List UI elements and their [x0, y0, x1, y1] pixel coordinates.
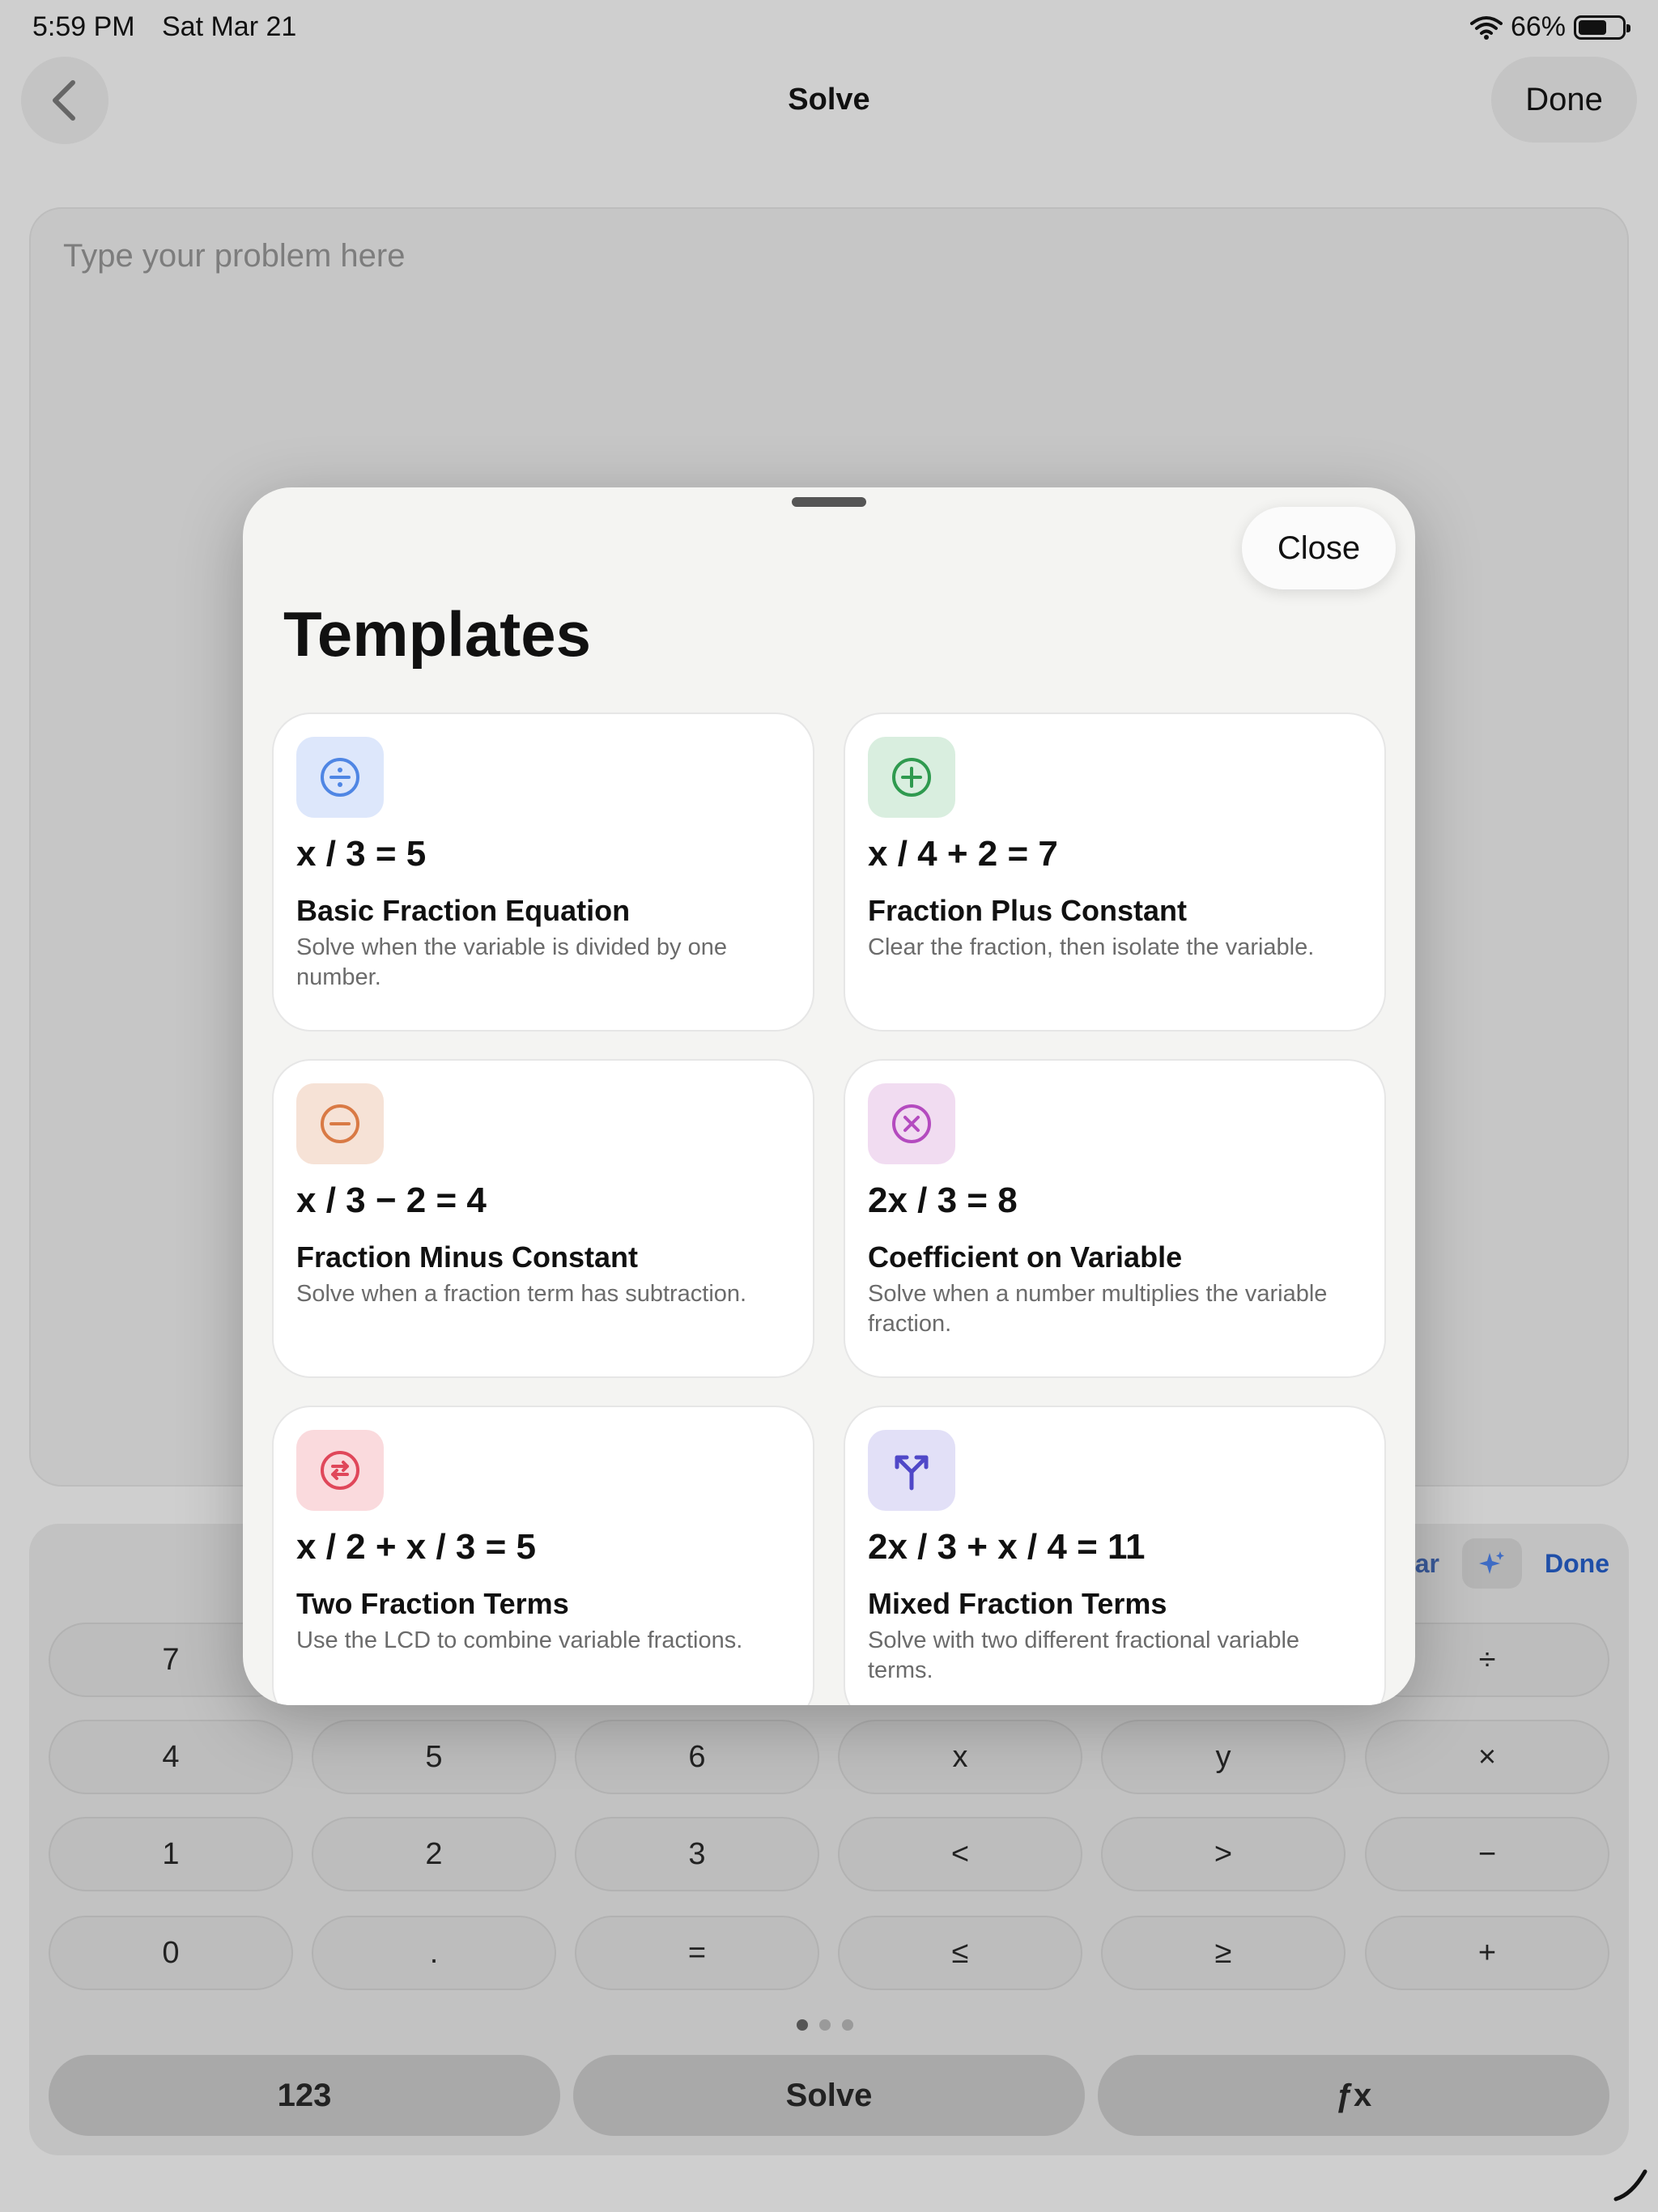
template-equation: x / 3 = 5 — [296, 834, 427, 874]
template-card-two-fraction-terms[interactable]: x / 2 + x / 3 = 5 Two Fraction Terms Use… — [272, 1406, 814, 1705]
template-equation: 2x / 3 = 8 — [868, 1180, 1018, 1220]
merge-arrows-icon — [868, 1430, 955, 1511]
template-description: Solve with two different fractional vari… — [868, 1627, 1300, 1683]
template-title: Fraction Minus Constant — [296, 1240, 638, 1274]
template-description: Use the LCD to combine variable fraction… — [296, 1627, 743, 1653]
template-description: Solve when a fraction term has subtracti… — [296, 1281, 747, 1307]
template-card-mixed-fraction-terms[interactable]: 2x / 3 + x / 4 = 11 Mixed Fraction Terms… — [844, 1406, 1386, 1705]
close-button[interactable]: Close — [1242, 507, 1396, 589]
plus-circle-icon — [868, 737, 955, 818]
template-card-coefficient[interactable]: 2x / 3 = 8 Coefficient on Variable Solve… — [844, 1059, 1386, 1378]
template-title: Mixed Fraction Terms — [868, 1587, 1167, 1620]
template-title: Basic Fraction Equation — [296, 894, 631, 927]
template-card-fraction-plus[interactable]: x / 4 + 2 = 7 Fraction Plus Constant Cle… — [844, 713, 1386, 1032]
template-card-fraction-minus[interactable]: x / 3 − 2 = 4 Fraction Minus Constant So… — [272, 1059, 814, 1378]
divide-circle-icon — [296, 737, 384, 818]
template-equation: x / 3 − 2 = 4 — [296, 1180, 487, 1220]
swap-circle-icon — [296, 1430, 384, 1511]
multiply-circle-icon — [868, 1083, 955, 1164]
template-title: Coefficient on Variable — [868, 1240, 1183, 1274]
minus-circle-icon — [296, 1083, 384, 1164]
sheet-title: Templates — [283, 598, 592, 670]
templates-sheet: Close Templates x / 3 = 5 Basic Fraction… — [243, 487, 1415, 1705]
template-title: Two Fraction Terms — [296, 1587, 569, 1620]
template-equation: 2x / 3 + x / 4 = 11 — [868, 1527, 1146, 1567]
template-description: Clear the fraction, then isolate the var… — [868, 934, 1315, 960]
template-description: Solve when a number multiplies the varia… — [868, 1281, 1328, 1337]
template-equation: x / 4 + 2 = 7 — [868, 834, 1058, 874]
sheet-grabber[interactable] — [792, 497, 866, 507]
template-equation: x / 2 + x / 3 = 5 — [296, 1527, 536, 1567]
template-description: Solve when the variable is divided by on… — [296, 934, 727, 990]
template-card-basic-fraction[interactable]: x / 3 = 5 Basic Fraction Equation Solve … — [272, 713, 814, 1032]
template-title: Fraction Plus Constant — [868, 894, 1188, 927]
